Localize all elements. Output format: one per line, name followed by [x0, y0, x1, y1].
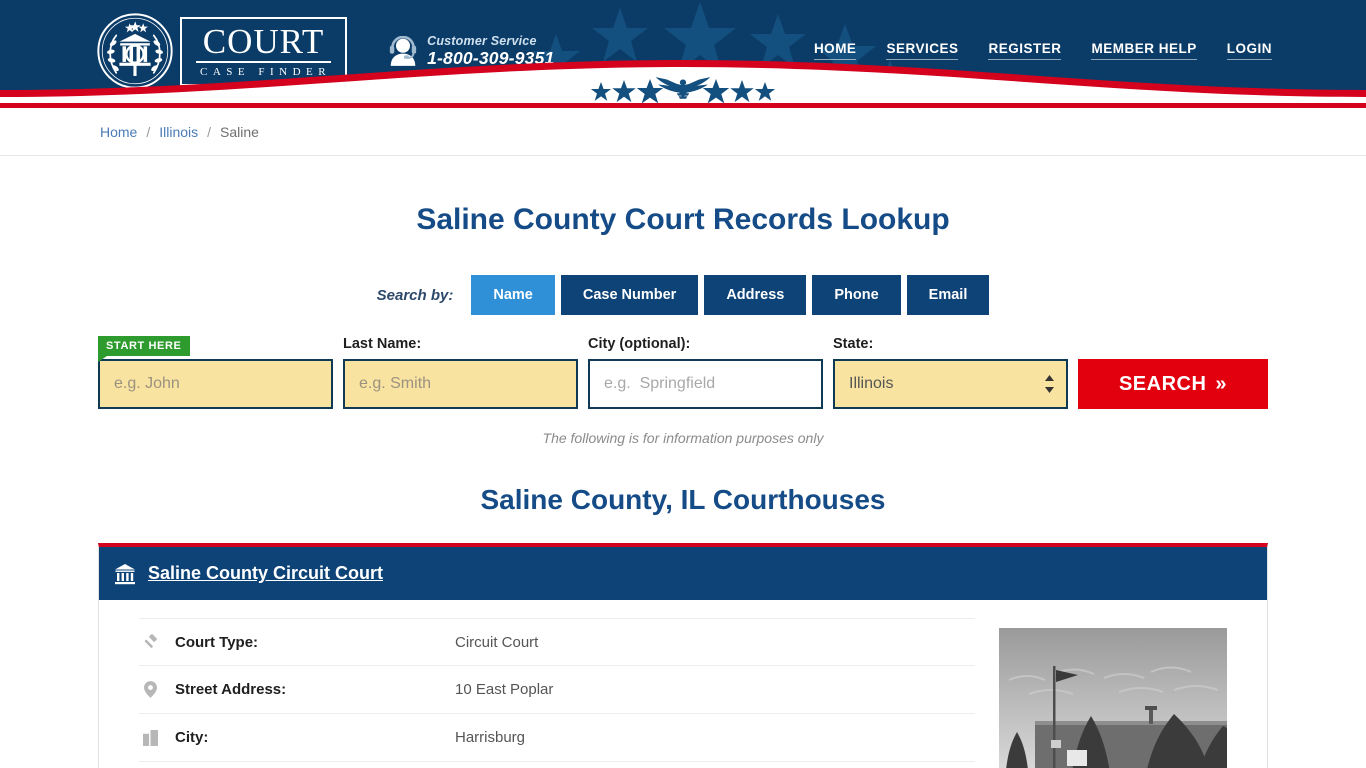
- state-field-group: State:: [833, 336, 1068, 409]
- first-name-input[interactable]: [98, 359, 333, 409]
- tab-email[interactable]: Email: [906, 275, 990, 315]
- breadcrumb-item-saline: Saline: [220, 123, 259, 140]
- last-name-input[interactable]: [343, 359, 578, 409]
- search-button-label: SEARCH: [1118, 372, 1207, 395]
- search-by-tabs: Search by: Name Case Number Address Phon…: [0, 275, 1366, 315]
- courthouse-title-link[interactable]: Saline County Circuit Court: [148, 563, 383, 584]
- state-label: State:: [833, 336, 874, 352]
- last-name-label: Last Name:: [343, 336, 422, 352]
- section-title: Saline County, IL Courthouses: [480, 484, 886, 515]
- breadcrumb-separator: /: [207, 123, 212, 140]
- detail-row: Court Type: Circuit Court: [139, 618, 975, 666]
- detail-value: 10 East Poplar: [455, 681, 554, 698]
- customer-service-label: Customer Service: [427, 33, 537, 48]
- courthouse-detail-list: Court Type: Circuit Court Street Address…: [139, 618, 975, 768]
- state-select[interactable]: [833, 359, 1068, 409]
- breadcrumb-item-illinois[interactable]: Illinois: [159, 124, 198, 140]
- disclaimer-text: The following is for information purpose…: [542, 430, 824, 446]
- bank-courthouse-icon: [115, 563, 135, 584]
- double-chevron-right-icon: »: [1215, 372, 1228, 395]
- search-button[interactable]: SEARCH »: [1078, 359, 1268, 409]
- courthouse-card-header: Saline County Circuit Court: [99, 547, 1267, 600]
- tab-phone[interactable]: Phone: [812, 275, 901, 315]
- patriotic-banner-decoration: [0, 60, 1366, 103]
- breadcrumb-item-home[interactable]: Home: [100, 124, 137, 140]
- detail-row: City: Harrisburg: [139, 714, 975, 762]
- search-by-label: Search by:: [376, 286, 454, 304]
- page-title: Saline County Court Records Lookup: [416, 203, 950, 236]
- courthouse-card-body: Court Type: Circuit Court Street Address…: [99, 600, 1267, 768]
- city-label: City (optional):: [588, 336, 691, 352]
- city-field-group: City (optional):: [588, 336, 823, 409]
- detail-label: Court Type:: [175, 633, 259, 651]
- tab-address[interactable]: Address: [704, 275, 807, 315]
- detail-row: Street Address: 10 East Poplar: [139, 666, 975, 714]
- site-header: COURT CASE FINDER Customer Service 1-800…: [0, 0, 1366, 103]
- tab-name[interactable]: Name: [471, 275, 555, 315]
- courthouse-photo: [999, 628, 1227, 768]
- detail-label: Street Address:: [175, 681, 287, 698]
- courthouse-card: Saline County Circuit Court Court Type: …: [98, 543, 1268, 768]
- tab-case-number[interactable]: Case Number: [560, 275, 699, 315]
- last-name-field-group: Last Name:: [343, 336, 578, 409]
- start-here-badge: START HERE: [98, 336, 191, 362]
- breadcrumb-separator: /: [146, 123, 151, 140]
- city-input[interactable]: [588, 359, 823, 409]
- city-icon: [139, 729, 161, 746]
- detail-value: Harrisburg: [455, 729, 526, 746]
- search-form: START HERE First Name: Last Name: City (…: [0, 336, 1366, 409]
- breadcrumb: Home / Illinois / Saline: [0, 108, 1366, 156]
- map-pin-icon: [139, 681, 161, 698]
- detail-label: City:: [175, 729, 209, 746]
- gavel-icon: [139, 633, 161, 651]
- detail-value: Circuit Court: [455, 633, 539, 651]
